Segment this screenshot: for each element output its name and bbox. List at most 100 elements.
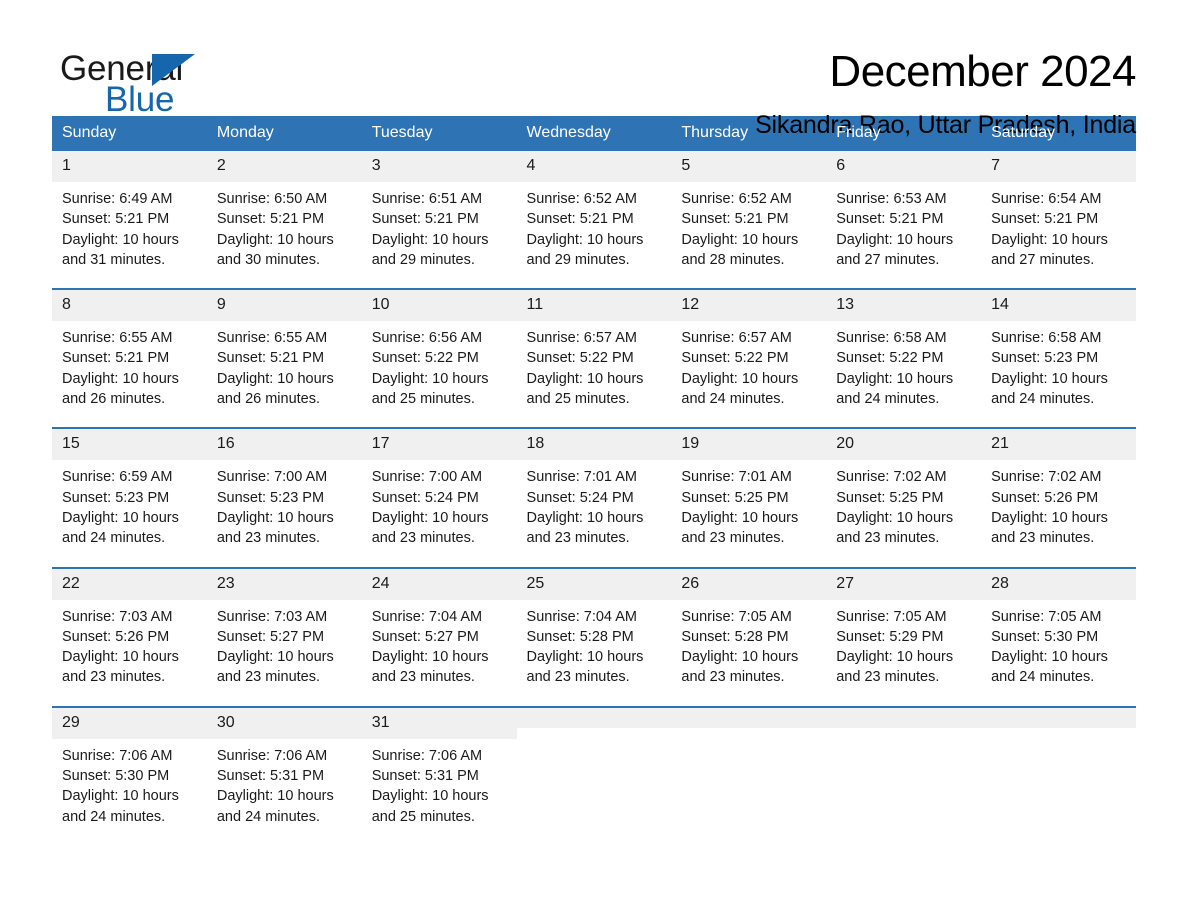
day-cell[interactable]: 9 Sunrise: 6:55 AM Sunset: 5:21 PM Dayli…: [206, 288, 362, 429]
day-number: [826, 707, 982, 728]
daylight-text-line2: and 24 minutes.: [991, 669, 1095, 686]
day-cell[interactable]: 3 Sunrise: 6:51 AM Sunset: 5:21 PM Dayli…: [361, 151, 517, 290]
calendar-page: General Blue December 2024 Sikandra Rao,…: [0, 0, 1188, 918]
sunrise-text: Sunrise: 7:06 AM: [62, 747, 173, 764]
sunrise-text: Sunrise: 7:04 AM: [371, 608, 483, 625]
day-number: 30: [206, 707, 362, 739]
daylight-text-line1: Daylight: 10 hours: [62, 509, 179, 526]
day-details: Sunrise: 7:06 AM Sunset: 5:31 PM Dayligh…: [207, 739, 362, 845]
day-cell[interactable]: 25 Sunrise: 7:04 AM Sunset: 5:28 PM Dayl…: [516, 566, 672, 707]
day-cell[interactable]: 29 Sunrise: 7:06 AM Sunset: 5:30 PM Dayl…: [52, 705, 207, 845]
day-details: Sunrise: 7:00 AM Sunset: 5:24 PM Dayligh…: [362, 460, 517, 566]
day-cell[interactable]: 27 Sunrise: 7:05 AM Sunset: 5:29 PM Dayl…: [826, 566, 982, 707]
sunset-text: Sunset: 5:23 PM: [62, 489, 170, 506]
sunset-text: Sunset: 5:21 PM: [62, 211, 170, 228]
day-details: Sunrise: 7:01 AM Sunset: 5:25 PM Dayligh…: [671, 460, 826, 566]
day-cell[interactable]: 18 Sunrise: 7:01 AM Sunset: 5:24 PM Dayl…: [516, 427, 672, 568]
day-cell[interactable]: 22 Sunrise: 7:03 AM Sunset: 5:26 PM Dayl…: [52, 566, 207, 707]
day-cell[interactable]: 17 Sunrise: 7:00 AM Sunset: 5:24 PM Dayl…: [361, 427, 517, 568]
day-cell[interactable]: 7 Sunrise: 6:54 AM Sunset: 5:21 PM Dayli…: [981, 151, 1136, 290]
day-cell[interactable]: 12 Sunrise: 6:57 AM Sunset: 5:22 PM Dayl…: [671, 288, 827, 429]
daylight-text-line1: Daylight: 10 hours: [526, 649, 644, 666]
sunrise-text: Sunrise: 6:57 AM: [681, 330, 792, 347]
day-cell[interactable]: 30 Sunrise: 7:06 AM Sunset: 5:31 PM Dayl…: [206, 705, 362, 845]
day-number: 24: [361, 568, 517, 600]
day-cell[interactable]: 1 Sunrise: 6:49 AM Sunset: 5:21 PM Dayli…: [52, 151, 207, 290]
sunrise-text: Sunrise: 6:52 AM: [681, 191, 792, 207]
sunrise-text: Sunrise: 7:03 AM: [216, 608, 328, 625]
day-cell[interactable]: 4 Sunrise: 6:52 AM Sunset: 5:21 PM Dayli…: [516, 151, 672, 290]
day-cell[interactable]: 31 Sunrise: 7:06 AM Sunset: 5:31 PM Dayl…: [361, 705, 517, 845]
daylight-text-line1: Daylight: 10 hours: [371, 370, 489, 387]
day-details: Sunrise: 6:57 AM Sunset: 5:22 PM Dayligh…: [517, 321, 672, 427]
daylight-text-line1: Daylight: 10 hours: [216, 788, 334, 805]
daylight-text-line1: Daylight: 10 hours: [371, 788, 489, 805]
day-details: Sunrise: 6:53 AM Sunset: 5:21 PM Dayligh…: [826, 182, 981, 288]
daylight-text-line1: Daylight: 10 hours: [681, 509, 799, 526]
sunrise-text: Sunrise: 6:50 AM: [216, 191, 328, 207]
sunset-text: Sunset: 5:21 PM: [62, 350, 170, 367]
day-cell[interactable]: 8 Sunrise: 6:55 AM Sunset: 5:21 PM Dayli…: [52, 288, 207, 429]
day-number: 1: [52, 151, 207, 182]
sunrise-text: Sunrise: 7:05 AM: [991, 608, 1102, 625]
daylight-text-line1: Daylight: 10 hours: [681, 649, 799, 666]
sunrise-text: Sunrise: 7:00 AM: [371, 469, 483, 486]
day-number: 27: [826, 568, 982, 600]
day-cell[interactable]: 5 Sunrise: 6:52 AM Sunset: 5:21 PM Dayli…: [671, 151, 827, 290]
day-cell[interactable]: 21 Sunrise: 7:02 AM Sunset: 5:26 PM Dayl…: [981, 427, 1136, 568]
day-cell[interactable]: 2 Sunrise: 6:50 AM Sunset: 5:21 PM Dayli…: [206, 151, 362, 290]
sunset-text: Sunset: 5:22 PM: [526, 350, 634, 367]
daylight-text-line2: and 24 minutes.: [836, 391, 940, 408]
sunset-text: Sunset: 5:22 PM: [371, 350, 479, 367]
day-details: Sunrise: 6:52 AM Sunset: 5:21 PM Dayligh…: [671, 182, 826, 288]
sunset-text: Sunset: 5:22 PM: [681, 350, 789, 367]
day-cell[interactable]: 13 Sunrise: 6:58 AM Sunset: 5:22 PM Dayl…: [826, 288, 982, 429]
day-number: 26: [671, 568, 827, 600]
sunset-text: Sunset: 5:25 PM: [836, 489, 944, 506]
day-cell[interactable]: 15 Sunrise: 6:59 AM Sunset: 5:23 PM Dayl…: [52, 427, 207, 568]
day-cell-empty: [826, 705, 982, 845]
daylight-text-line2: and 25 minutes.: [371, 808, 475, 825]
sunset-text: Sunset: 5:24 PM: [526, 489, 634, 506]
day-cell[interactable]: 14 Sunrise: 6:58 AM Sunset: 5:23 PM Dayl…: [981, 288, 1136, 429]
sunrise-text: Sunrise: 7:02 AM: [991, 469, 1102, 486]
daylight-text-line2: and 23 minutes.: [681, 669, 785, 686]
day-cell[interactable]: 26 Sunrise: 7:05 AM Sunset: 5:28 PM Dayl…: [671, 566, 827, 707]
day-cell[interactable]: 24 Sunrise: 7:04 AM Sunset: 5:27 PM Dayl…: [361, 566, 517, 707]
day-cell[interactable]: 28 Sunrise: 7:05 AM Sunset: 5:30 PM Dayl…: [981, 566, 1136, 707]
sunrise-text: Sunrise: 6:55 AM: [62, 330, 173, 347]
day-number: 11: [516, 290, 672, 322]
daylight-text-line2: and 25 minutes.: [526, 391, 630, 408]
sunset-text: Sunset: 5:31 PM: [216, 768, 325, 785]
day-cell[interactable]: 6 Sunrise: 6:53 AM Sunset: 5:21 PM Dayli…: [826, 151, 982, 290]
day-details: Sunrise: 7:02 AM Sunset: 5:25 PM Dayligh…: [826, 460, 981, 566]
day-details: Sunrise: 7:03 AM Sunset: 5:26 PM Dayligh…: [52, 600, 207, 706]
day-cell[interactable]: 10 Sunrise: 6:56 AM Sunset: 5:22 PM Dayl…: [361, 288, 517, 429]
sunset-text: Sunset: 5:28 PM: [526, 628, 634, 645]
day-details: Sunrise: 7:06 AM Sunset: 5:31 PM Dayligh…: [362, 739, 517, 845]
day-cell[interactable]: 19 Sunrise: 7:01 AM Sunset: 5:25 PM Dayl…: [671, 427, 827, 568]
sunrise-sunset-calendar: Sunday Monday Tuesday Wednesday Thursday…: [52, 116, 1136, 845]
day-number: 20: [826, 429, 982, 461]
daylight-text-line1: Daylight: 10 hours: [371, 649, 489, 666]
sunrise-text: Sunrise: 6:52 AM: [526, 191, 637, 207]
day-cell[interactable]: 23 Sunrise: 7:03 AM Sunset: 5:27 PM Dayl…: [206, 566, 362, 707]
daylight-text-line1: Daylight: 10 hours: [62, 231, 179, 248]
daylight-text-line2: and 26 minutes.: [62, 391, 166, 408]
day-details: Sunrise: 6:50 AM Sunset: 5:21 PM Dayligh…: [207, 182, 362, 288]
sunset-text: Sunset: 5:29 PM: [836, 628, 944, 645]
sunset-text: Sunset: 5:21 PM: [836, 211, 944, 228]
daylight-text-line1: Daylight: 10 hours: [991, 231, 1108, 248]
logo-text-blue: Blue: [105, 80, 175, 119]
sunrise-text: Sunrise: 6:56 AM: [371, 330, 483, 347]
day-number: 18: [516, 429, 672, 461]
daylight-text-line2: and 29 minutes.: [371, 251, 475, 268]
day-cell[interactable]: 16 Sunrise: 7:00 AM Sunset: 5:23 PM Dayl…: [206, 427, 362, 568]
day-cell[interactable]: 20 Sunrise: 7:02 AM Sunset: 5:25 PM Dayl…: [826, 427, 982, 568]
day-number: 28: [981, 568, 1136, 600]
day-details: Sunrise: 6:54 AM Sunset: 5:21 PM Dayligh…: [981, 182, 1136, 288]
day-cell-empty: [671, 705, 827, 845]
sunrise-text: Sunrise: 7:04 AM: [526, 608, 637, 625]
day-cell[interactable]: 11 Sunrise: 6:57 AM Sunset: 5:22 PM Dayl…: [516, 288, 672, 429]
calendar-week-row: 29 Sunrise: 7:06 AM Sunset: 5:30 PM Dayl…: [52, 705, 1136, 845]
